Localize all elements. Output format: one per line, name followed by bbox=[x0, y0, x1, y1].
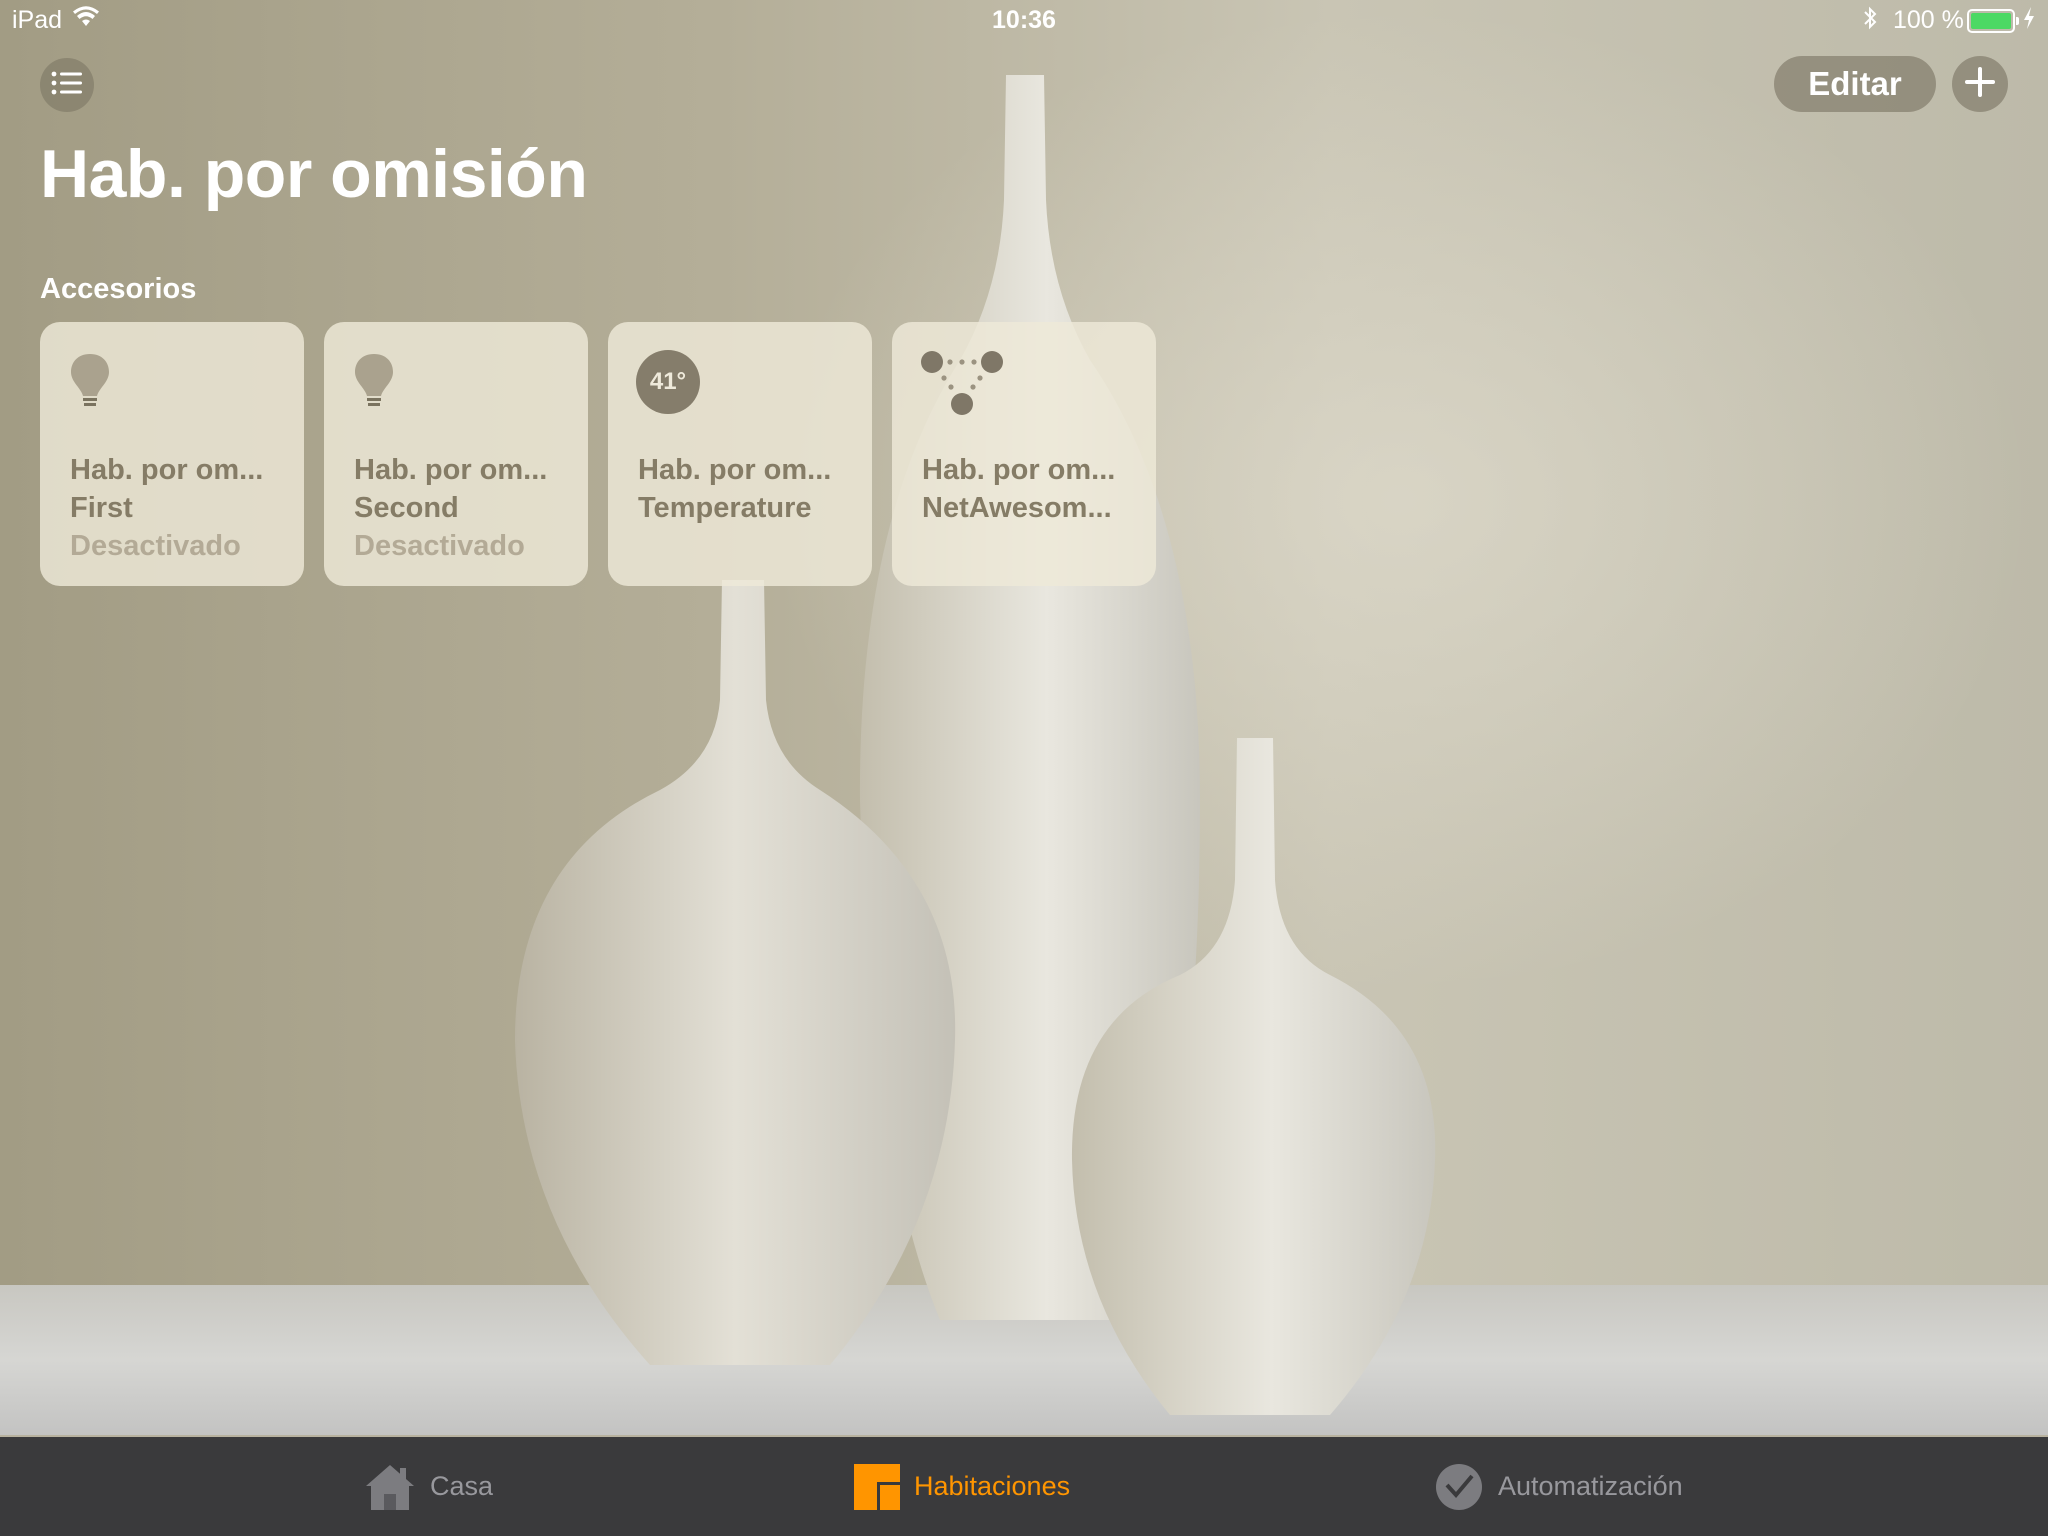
accessory-status: Desactivado bbox=[70, 530, 241, 562]
accessory-room: Hab. por om... bbox=[354, 454, 548, 486]
status-bar: iPad 10:36 100 % bbox=[0, 0, 2048, 42]
page-title: Hab. por omisión bbox=[40, 136, 588, 212]
tab-bar: Casa Habitaciones Automatización bbox=[0, 1437, 2048, 1536]
tab-casa[interactable]: Casa bbox=[364, 1437, 493, 1536]
accessory-room: Hab. por om... bbox=[922, 454, 1116, 486]
accessory-name: First bbox=[70, 492, 133, 524]
accessory-tile-temperature[interactable]: 41° Hab. por om... Temperature bbox=[608, 322, 872, 586]
accessory-tile-second[interactable]: Hab. por om... Second Desactivado bbox=[324, 322, 588, 586]
section-label: Accesorios bbox=[40, 273, 197, 305]
edit-button[interactable]: Editar bbox=[1774, 56, 1936, 112]
rooms-list-button[interactable] bbox=[40, 58, 94, 112]
battery-icon bbox=[1967, 9, 2019, 33]
background-wallpaper bbox=[0, 0, 2048, 1536]
add-button[interactable] bbox=[1952, 56, 2008, 112]
list-icon bbox=[51, 70, 83, 101]
temperature-icon: 41° bbox=[636, 350, 700, 414]
accessory-name: Second bbox=[354, 492, 459, 524]
accessory-room: Hab. por om... bbox=[70, 454, 264, 486]
tab-habitaciones[interactable]: Habitaciones bbox=[854, 1437, 1070, 1536]
temperature-value: 41° bbox=[636, 350, 700, 414]
accessory-room: Hab. por om... bbox=[638, 454, 832, 486]
lightbulb-icon bbox=[352, 350, 396, 417]
bluetooth-icon bbox=[1862, 4, 1878, 39]
tab-label: Habitaciones bbox=[914, 1471, 1071, 1501]
house-icon bbox=[364, 1462, 416, 1512]
tab-label: Casa bbox=[430, 1471, 494, 1501]
bridge-icon bbox=[920, 350, 1004, 425]
lightbulb-icon bbox=[68, 350, 112, 417]
accessory-status: Desactivado bbox=[354, 530, 525, 562]
tab-label: Automatización bbox=[1498, 1471, 1683, 1501]
tab-automatizacion[interactable]: Automatización bbox=[1434, 1437, 1683, 1536]
accessory-name: Temperature bbox=[638, 492, 812, 524]
rooms-icon bbox=[854, 1463, 900, 1510]
accessory-tile-netawesome[interactable]: Hab. por om... NetAwesom... bbox=[892, 322, 1156, 586]
plus-icon bbox=[1963, 65, 1997, 104]
status-time: 10:36 bbox=[992, 6, 1056, 34]
automation-icon bbox=[1434, 1462, 1484, 1512]
battery-percent: 100 % bbox=[1893, 6, 1964, 34]
charging-icon bbox=[2022, 4, 2036, 39]
accessory-name: NetAwesom... bbox=[922, 492, 1112, 524]
accessory-tile-first[interactable]: Hab. por om... First Desactivado bbox=[40, 322, 304, 586]
